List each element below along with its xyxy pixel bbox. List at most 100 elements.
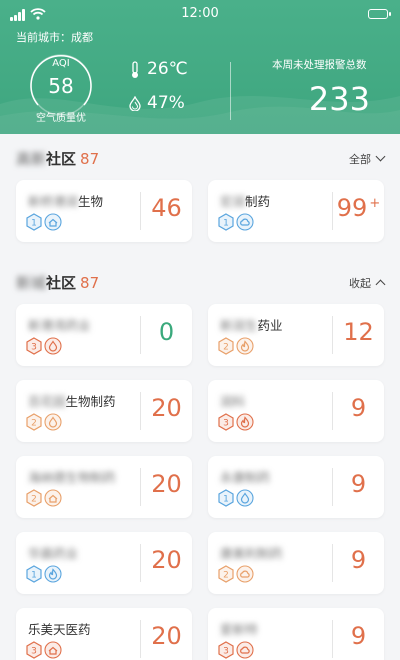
svg-text:2: 2 <box>223 571 229 581</box>
svg-text:1: 1 <box>31 571 37 581</box>
level-hex-icon: 3 <box>218 641 234 659</box>
level-hex-icon: 2 <box>218 337 234 355</box>
current-city[interactable]: 当前城市：成都 <box>16 29 93 45</box>
level-hex-icon: 1 <box>26 565 42 583</box>
alarm-value: 12 <box>343 318 374 346</box>
fire-icon <box>236 337 254 355</box>
company-card[interactable]: 华晨药业 1 20 <box>16 532 192 594</box>
company-card[interactable]: 康美利制药 2 9 <box>208 532 384 594</box>
company-icons: 3 <box>218 641 256 659</box>
company-icons: 3 <box>26 337 64 355</box>
company-name: 新港湾药业 <box>28 318 91 333</box>
company-icons: 1 <box>26 213 64 231</box>
company-name: 乐美天医药 <box>28 622 91 637</box>
company-card[interactable]: 新润生药业 2 12 <box>208 304 384 366</box>
alarm-value: 99 + <box>336 194 381 222</box>
alarm-value: 9 <box>350 622 367 650</box>
aqi-value: 58 <box>48 74 74 98</box>
level-hex-icon: 3 <box>26 641 42 659</box>
svg-text:3: 3 <box>223 419 229 429</box>
alarm-value: 20 <box>151 394 182 422</box>
expand-all-toggle[interactable]: 全部 <box>349 151 386 167</box>
company-icons: 2 <box>26 489 64 507</box>
svg-text:2: 2 <box>223 343 229 353</box>
svg-text:3: 3 <box>31 647 37 657</box>
alarm-title: 本周未处理报警总数 <box>272 59 367 71</box>
aqi-quality: 空气质量优 <box>36 113 86 124</box>
level-hex-icon: 1 <box>218 213 234 231</box>
svg-text:1: 1 <box>31 219 37 229</box>
alarm-value: 20 <box>151 546 182 574</box>
humidity-icon <box>129 96 141 111</box>
section-title: 新城社区 87 <box>16 274 100 292</box>
company-icons: 2 <box>218 565 256 583</box>
company-card[interactable]: 永康制药 1 9 <box>208 456 384 518</box>
level-hex-icon: 2 <box>26 489 42 507</box>
status-bar: 12:00 <box>0 0 400 28</box>
drop-icon <box>44 337 62 355</box>
section-count: 87 <box>80 150 100 168</box>
cloud-icon <box>236 565 254 583</box>
company-icons: 2 <box>26 413 64 431</box>
alarm-value: 20 <box>151 622 182 650</box>
alarm-value: 20 <box>151 470 182 498</box>
level-hex-icon: 2 <box>218 565 234 583</box>
company-icons: 1 <box>26 565 64 583</box>
company-name: 华晨药业 <box>28 546 79 561</box>
company-card[interactable]: 新港湾药业 3 0 <box>16 304 192 366</box>
section-title: 高新社区 87 <box>16 150 100 168</box>
header-divider <box>230 62 231 120</box>
svg-text:1: 1 <box>223 495 229 505</box>
company-icons: 3 <box>218 413 256 431</box>
alarm-count[interactable]: 233 <box>309 80 370 118</box>
drop-icon <box>236 489 254 507</box>
level-hex-icon: 3 <box>26 337 42 355</box>
collapse-toggle[interactable]: 收起 <box>349 275 386 291</box>
company-name: 永康制药 <box>220 470 271 485</box>
company-card[interactable]: 海纳德生物制药 2 20 <box>16 456 192 518</box>
company-card[interactable]: 润科 3 9 <box>208 380 384 442</box>
header: 12:00 当前城市：成都 AQI 58 空气质量优 26℃ 47% 本周未处理… <box>0 0 400 134</box>
thermometer-icon <box>132 61 138 78</box>
company-name: 润科 <box>220 394 246 409</box>
humidity: 47% <box>147 93 185 113</box>
company-name: 新润生药业 <box>220 318 283 333</box>
company-name: 百花园生物制药 <box>28 394 116 409</box>
company-name: 海纳德生物制药 <box>28 470 116 485</box>
svg-text:2: 2 <box>31 419 37 429</box>
alarm-value: 9 <box>350 470 367 498</box>
company-card[interactable]: 百花园生物制药 2 20 <box>16 380 192 442</box>
level-hex-icon: 1 <box>26 213 42 231</box>
company-icons: 3 <box>26 641 64 659</box>
section-header-2: 新城社区 87 收起 <box>16 272 386 294</box>
section-count: 87 <box>80 274 100 292</box>
company-name: 康美利制药 <box>220 546 283 561</box>
company-card[interactable]: 宏润制药 1 99 + <box>208 180 384 242</box>
company-card[interactable]: 乐美天医药 3 20 <box>16 608 192 660</box>
svg-text:3: 3 <box>223 647 229 657</box>
status-time: 12:00 <box>181 6 219 21</box>
level-hex-icon: 1 <box>218 489 234 507</box>
company-icons: 1 <box>218 489 256 507</box>
chevron-down-icon <box>375 151 386 162</box>
level-hex-icon: 2 <box>26 413 42 431</box>
company-name: 新桥港润生物 <box>28 194 104 209</box>
company-name: 宏润制药 <box>220 194 271 209</box>
company-card[interactable]: 爱新特 3 9 <box>208 608 384 660</box>
alarm-value: 9 <box>350 394 367 422</box>
chevron-up-icon <box>375 279 386 290</box>
svg-text:2: 2 <box>31 495 37 505</box>
company-card[interactable]: 新桥港润生物 1 46 <box>16 180 192 242</box>
cloud-icon <box>236 641 254 659</box>
cloud-icon <box>236 213 254 231</box>
alarm-value: 0 <box>158 318 175 346</box>
company-icons: 2 <box>218 337 256 355</box>
svg-text:1: 1 <box>223 219 229 229</box>
drop-icon <box>44 413 62 431</box>
alarm-value: 9 <box>350 546 367 574</box>
home-icon <box>44 641 62 659</box>
home-icon <box>44 489 62 507</box>
section-header-1: 高新社区 87 全部 <box>16 148 386 170</box>
aqi-label: AQI <box>52 58 70 69</box>
company-name: 爱新特 <box>220 622 258 637</box>
